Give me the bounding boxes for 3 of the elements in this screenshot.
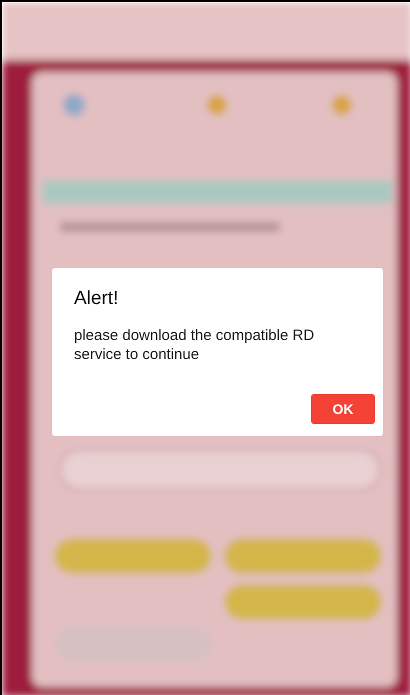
dialog-message: please download the compatible RD service to continue [74, 326, 316, 364]
ok-button[interactable]: OK [311, 394, 375, 424]
dialog-title: Alert! [74, 288, 120, 310]
